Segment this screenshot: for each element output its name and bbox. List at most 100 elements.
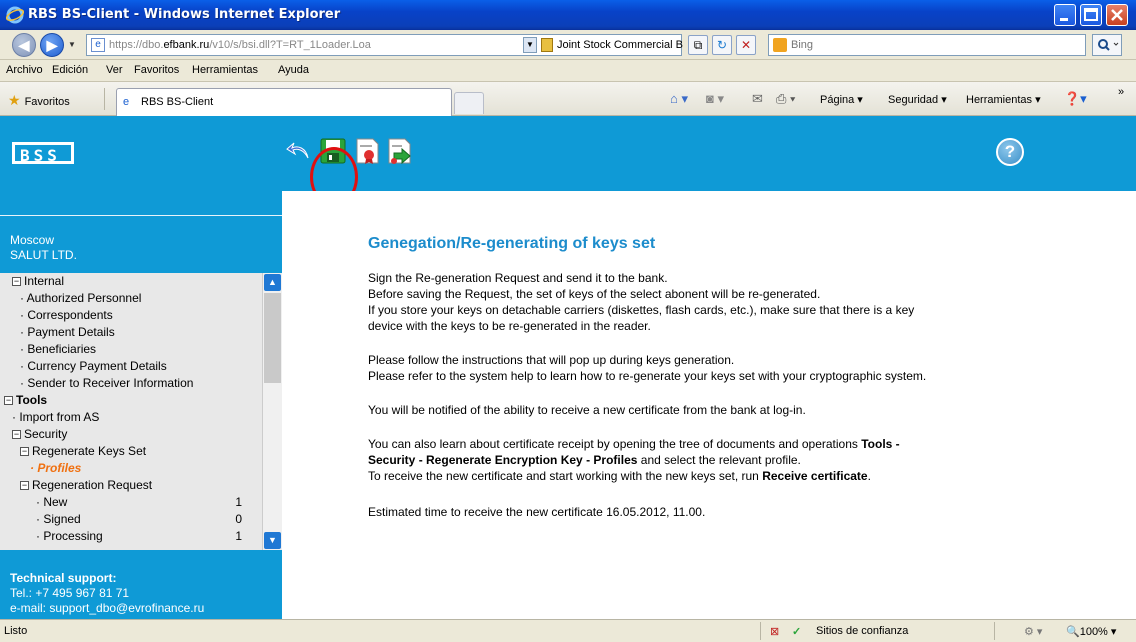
text-line: Please refer to the system help to learn… [368,369,927,383]
tree-item-label: Signed [43,512,81,526]
home-icon[interactable]: ⌂ ▾ [670,91,688,107]
bss-logo: BSS [12,142,74,165]
security-site-name[interactable]: Joint Stock Commercial Bank Evrofinan... [557,39,683,51]
tree-item[interactable]: − Regenerate Keys Set [0,443,262,460]
scroll-up-icon[interactable]: ▲ [264,274,281,291]
back-arrow-icon: ◀ [18,37,30,53]
search-box[interactable] [768,34,1086,56]
feeds-icon[interactable]: ◙ ▾ [706,91,724,107]
lock-icon[interactable] [541,38,553,52]
tree-item-label: Import from AS [19,410,100,424]
navigation-tree: · Processing 1 · Signed 0 · New 1− Regeneratio… [0,273,282,550]
favorites-button[interactable]: ★ Favoritos [8,92,70,109]
tree-item[interactable]: · Payment Details [0,324,262,341]
back-button[interactable]: ◀ [12,33,36,57]
app-header: BSS ? [0,116,1136,191]
minimize-button[interactable] [1054,4,1076,26]
send-document-icon[interactable] [384,136,414,166]
zoom-level[interactable]: 🔍100% ▾ [1066,625,1116,638]
tree-item[interactable]: · Beneficiaries [0,341,262,358]
collapse-toggle-icon[interactable]: − [12,277,21,287]
chevron-more-icon[interactable]: » [1118,86,1124,98]
menu-ver[interactable]: Ver [106,64,123,76]
menu-archivo[interactable]: Archivo [6,64,43,76]
stop-icon[interactable]: ✕ [736,35,756,55]
address-bar[interactable]: e https://dbo.efbank.ru/v10/s/bsi.dll?T=… [86,34,683,56]
text-line: device with the keys to be re-generated … [368,319,651,333]
menu-favoritos[interactable]: Favoritos [134,64,179,76]
print-icon[interactable]: ⎙ ▾ [776,91,795,107]
address-url[interactable]: https://dbo.efbank.ru/v10/s/bsi.dll?T=RT… [109,39,539,51]
maximize-button[interactable] [1080,4,1102,26]
bullet-icon: · [20,291,27,305]
tree-item[interactable]: · New 1 [0,494,262,511]
text-span: and select the relevant profile. [640,453,801,467]
collapse-toggle-icon[interactable]: − [12,430,21,440]
notification-paragraph: You will be notified of the ability to r… [368,403,806,417]
support-phone: Tel.: +7 495 967 81 71 [10,586,130,600]
tree-item[interactable]: − Internal [0,273,262,290]
security-warning-icon[interactable]: ⊠ [770,625,779,638]
help-icon[interactable]: ❓▾ [1064,91,1087,107]
menu-ayuda[interactable]: Ayuda [278,64,309,76]
tree-item[interactable]: · Authorized Personnel [0,290,262,307]
tree-item[interactable]: · Import from AS [0,409,262,426]
tree-item[interactable]: − Regeneration Request [0,477,262,494]
tab-rbs-bs-client[interactable]: e RBS BS-Client [116,88,452,116]
url-path: /v10/s/bsi.dll?T=RT_1Loader.Loa [209,39,371,51]
divider [994,622,995,640]
menu-pagina[interactable]: Página ▾ [820,93,863,106]
tree-item[interactable]: · Processing 1 [0,528,262,545]
sign-document-icon[interactable] [352,136,382,166]
tree-item-label: Sender to Receiver Information [27,376,194,390]
org-city: Moscow [10,233,55,247]
refresh-icon[interactable]: ↻ [712,35,732,55]
address-dropdown-button[interactable]: ▼ [523,37,537,53]
compatibility-view-icon[interactable]: ⧉ [688,35,708,55]
search-input[interactable] [791,37,1071,53]
tree-item-label: Security [24,427,68,441]
history-dropdown-icon[interactable]: ▼ [68,40,76,49]
zoom-value: 100% [1079,626,1108,638]
tree-item-label: Regenerate Keys Set [32,444,147,458]
new-tab-button[interactable] [454,92,484,114]
tree-item-label: Tools [16,393,48,407]
scroll-thumb[interactable] [264,293,281,383]
certificate-paragraph: You can also learn about certificate rec… [368,436,1078,484]
tree-item[interactable]: · Sender to Receiver Information [0,375,262,392]
scroll-down-icon[interactable]: ▼ [264,532,281,549]
window-title-bar: RBS BS-Client - Windows Internet Explore… [0,0,1136,30]
tree-item[interactable]: − Security [0,426,262,443]
main-content: Genegation/Re-generating of keys set Sig… [282,191,1136,619]
search-button[interactable] [1092,34,1122,56]
tree-item-label: Profiles [37,461,82,475]
forward-arrow-icon: ▶ [46,37,58,53]
mail-icon[interactable]: ✉ [752,91,763,107]
tree-item[interactable]: − Tools [0,392,262,409]
collapse-toggle-icon[interactable]: − [4,396,13,406]
close-window-button[interactable] [1106,4,1128,26]
tree-item[interactable]: · Signed 0 [0,511,262,528]
menu-herramientas-cmd[interactable]: Herramientas ▾ [966,93,1041,106]
collapse-toggle-icon[interactable]: − [20,481,29,491]
tree-item-count: 1 [235,529,242,543]
collapse-toggle-icon[interactable]: − [20,447,29,457]
tree-item-label: Correspondents [27,308,113,322]
app-help-button[interactable]: ? [996,138,1024,166]
tree-item[interactable]: · Currency Payment Details [0,358,262,375]
protected-mode-icon[interactable]: ⚙ ▾ [1024,625,1042,638]
menu-bar: Archivo Edición Ver Favoritos Herramient… [0,60,1136,82]
status-bar: Listo ⊠ ✓ Sitios de confianza ⚙ ▾ 🔍100% … [0,619,1136,642]
tree-item[interactable]: · Correspondents [0,307,262,324]
forward-button[interactable]: ▶ [40,33,64,57]
tree-item[interactable]: · Profiles [0,460,262,477]
menu-herramientas[interactable]: Herramientas [192,64,258,76]
menu-seguridad[interactable]: Seguridad ▾ [888,93,947,106]
security-zone[interactable]: Sitios de confianza [816,625,908,637]
menu-edicion[interactable]: Edición [52,64,88,76]
tree-scrollbar[interactable]: ▲ ▼ [262,273,282,550]
tree-item-label: Internal [24,274,65,288]
text-line: Please follow the instructions that will… [368,353,735,367]
close-icon [1111,9,1123,21]
undo-icon[interactable] [284,136,314,166]
